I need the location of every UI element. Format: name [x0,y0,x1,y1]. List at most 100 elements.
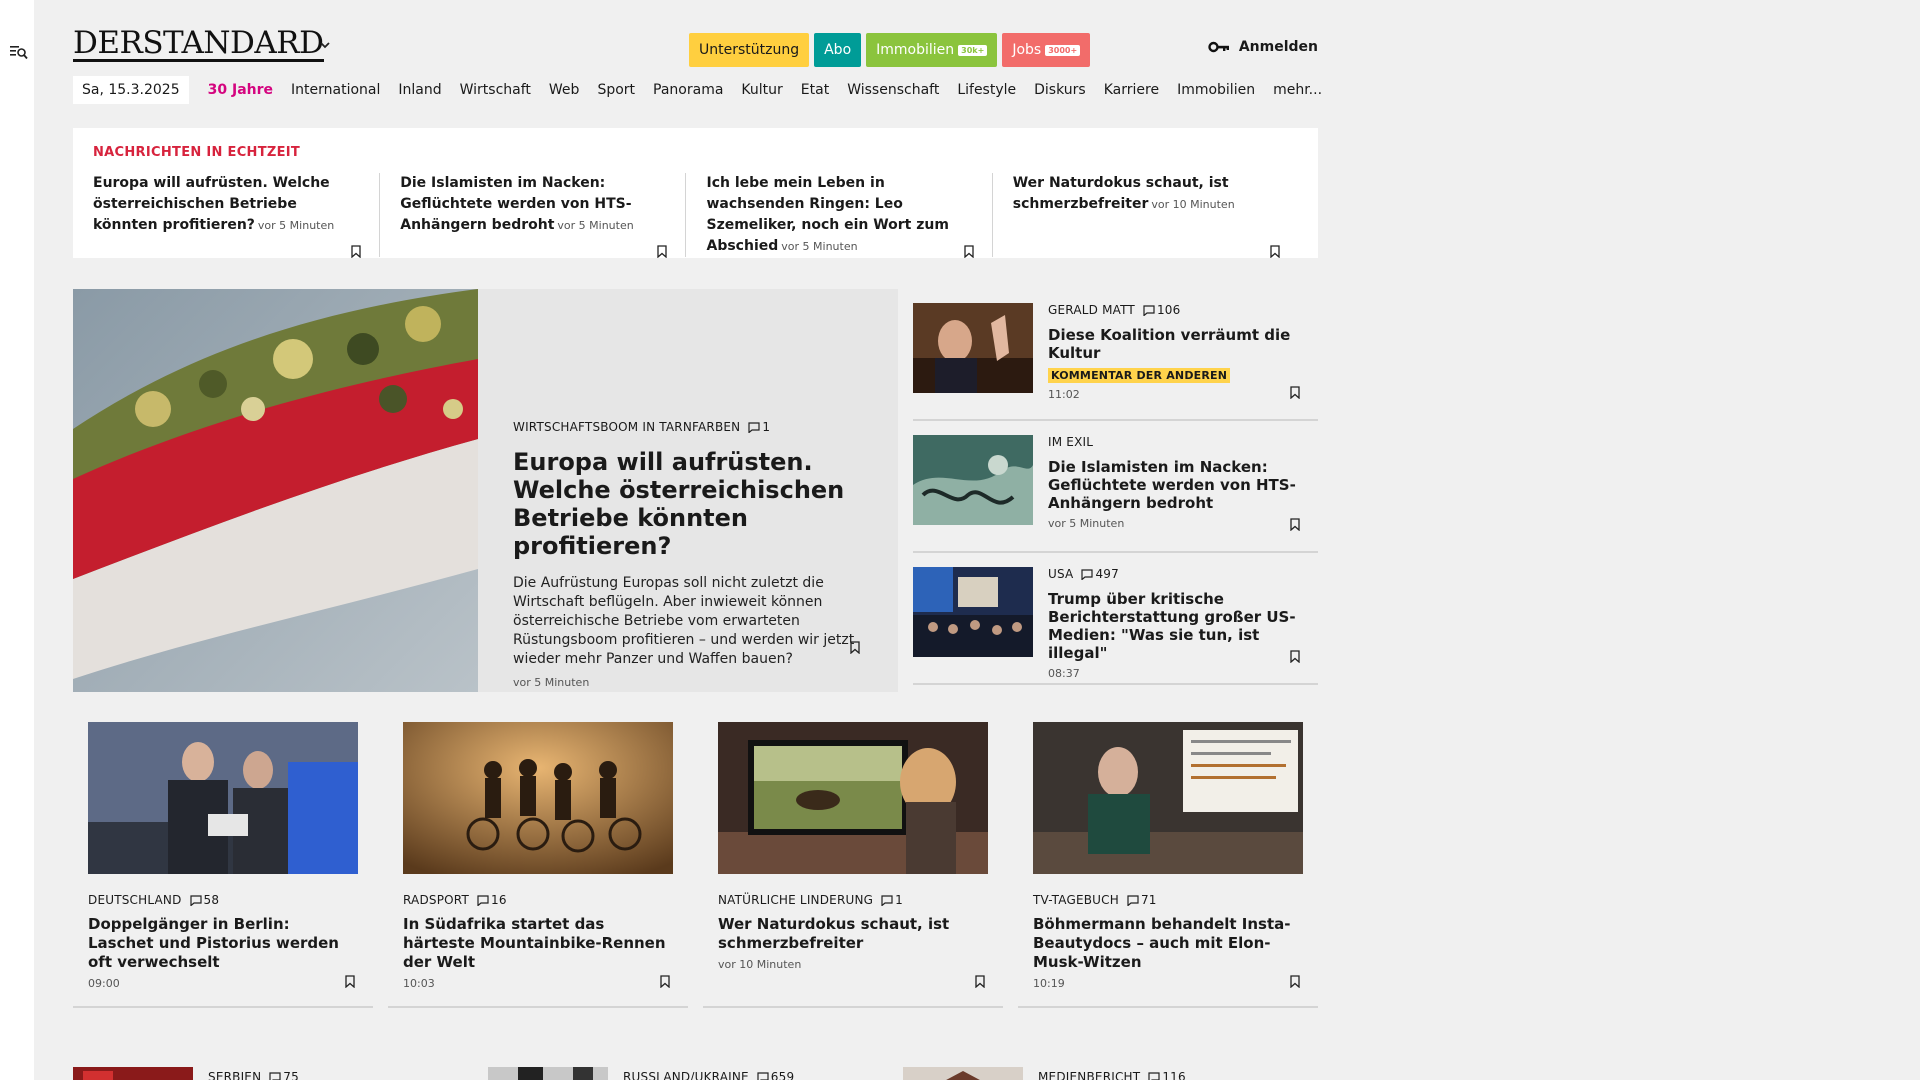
nav-item-immobilien[interactable]: Immobilien [1168,76,1264,104]
comment-count[interactable]: 16 [477,893,507,907]
bookmark-icon[interactable] [1270,245,1280,258]
nav-item-lifestyle[interactable]: Lifestyle [948,76,1025,104]
pill-label: Unterstützung [699,42,800,58]
bookmark-icon[interactable] [351,245,361,258]
bookmark-icon[interactable] [1290,386,1300,399]
kicker-text: WIRTSCHAFTSBOOM IN TARNFARBEN [513,420,741,434]
comment-count-value: 1 [762,420,771,434]
comment-count[interactable]: 497 [1081,567,1119,581]
comment-icon [757,1071,769,1080]
story-card[interactable]: NATÜRLICHE LINDERUNG 1 Wer Naturdokus sc… [703,722,1003,1008]
story-time: 11:02 [1048,388,1080,401]
ticker-item[interactable]: Wer Naturdokus schaut, ist schmerzbefrei… [991,173,1298,258]
pill-jobs[interactable]: Jobs 3000+ [1002,33,1091,67]
story-title[interactable]: Wer Naturdokus schaut, ist schmerzbefrei… [718,915,988,953]
nav-item-web[interactable]: Web [540,76,589,104]
story-card[interactable]: DEUTSCHLAND 58 Doppelgänger in Berlin: L… [73,722,373,1008]
comment-count[interactable]: 659 [757,1070,795,1080]
nav-item-mehr[interactable]: mehr... [1264,76,1331,104]
story-title[interactable]: Diese Koalition verräumt die Kultur [1048,326,1298,362]
story-thumbnail[interactable] [88,722,358,874]
story-kicker: GERALD MATT 106 [1048,303,1298,317]
nav-item-panorama[interactable]: Panorama [644,76,732,104]
hero-title[interactable]: Europa will aufrüsten. Welche österreich… [513,448,860,560]
chevron-down-icon[interactable] [319,41,331,49]
hero-story[interactable]: WIRTSCHAFTSBOOM IN TARNFARBEN 1 Europa w… [73,289,898,692]
story-thumbnail[interactable] [403,722,673,874]
category-badge: KOMMENTAR DER ANDEREN [1048,368,1231,383]
ticker-time: vor 5 Minuten [781,240,858,253]
comment-count[interactable]: 71 [1127,893,1157,907]
ticker-item[interactable]: Europa will aufrüsten. Welche österreich… [93,173,379,258]
comment-icon [1127,894,1139,906]
login-button[interactable]: Anmelden [1208,39,1318,55]
story-title[interactable]: Böhmermann behandelt Insta-Beautydocs – … [1033,915,1303,972]
side-story[interactable]: GERALD MATT 106 Diese Koalition verräumt… [913,289,1318,421]
bookmark-icon[interactable] [657,245,668,258]
story-thumbnail[interactable] [1033,722,1303,874]
story-kicker: NATÜRLICHE LINDERUNG 1 [718,893,988,907]
story-card[interactable]: RUSSLAND/UKRAINE 659 [488,1067,903,1080]
story-title[interactable]: Die Islamisten im Nacken: Geflüchtete we… [1048,458,1298,512]
comment-icon [748,421,760,433]
hero-image[interactable] [73,289,478,692]
bookmark-icon[interactable] [1290,518,1300,531]
pill-immobilien[interactable]: Immobilien 30k+ [866,33,998,67]
story-thumbnail[interactable] [913,435,1033,525]
story-time: 10:19 [1033,977,1065,990]
nav-item-etat[interactable]: Etat [792,76,838,104]
side-story[interactable]: USA 497 Trump über kritische Berichterst… [913,553,1318,685]
story-kicker: DEUTSCHLAND 58 [88,893,358,907]
ticker-time: vor 5 Minuten [557,219,634,232]
story-kicker: RADSPORT 16 [403,893,673,907]
story-card[interactable]: TV-TAGEBUCH 71 Böhmermann behandelt Inst… [1018,722,1318,1008]
story-thumbnail[interactable] [718,722,988,874]
story-card[interactable]: SERBIEN 75 [73,1067,488,1080]
side-story[interactable]: IM EXIL Die Islamisten im Nacken: Geflüc… [913,421,1318,553]
pill-unterstuetzung[interactable]: Unterstützung [689,33,810,67]
comment-count[interactable]: 116 [1148,1070,1186,1080]
bookmark-icon[interactable] [1290,650,1300,663]
story-title[interactable]: In Südafrika startet das härteste Mounta… [403,915,673,972]
bookmark-icon[interactable] [975,975,985,988]
story-title[interactable]: Trump über kritische Berichterstattung g… [1048,590,1298,662]
story-card[interactable]: MEDIENBERICHT 116 [903,1067,1318,1080]
story-thumbnail[interactable] [913,567,1033,657]
story-thumbnail[interactable] [913,303,1033,393]
ticker-row: Europa will aufrüsten. Welche österreich… [93,173,1298,258]
story-thumbnail[interactable] [73,1067,193,1080]
nav-item-sport[interactable]: Sport [588,76,644,104]
nav-item-30-jahre[interactable]: 30 Jahre [199,76,282,104]
ticker-item[interactable]: Die Islamisten im Nacken: Geflüchtete we… [379,173,685,258]
nav-item-karriere[interactable]: Karriere [1095,76,1168,104]
nav-item-diskurs[interactable]: Diskurs [1025,76,1095,104]
nav-item-inland[interactable]: Inland [389,76,450,104]
story-card[interactable]: RADSPORT 16 In Südafrika startet das här… [388,722,688,1008]
bookmark-icon[interactable] [660,975,670,988]
comment-count[interactable]: 75 [269,1070,299,1080]
ticker-item[interactable]: Ich lebe mein Leben in wachsenden Ringen… [685,173,991,258]
site-logo[interactable]: DERSTANDARD [73,27,324,62]
bookmark-icon[interactable] [1290,975,1300,988]
bookmark-icon[interactable] [345,975,355,988]
story-thumbnail[interactable] [488,1067,608,1080]
comment-count[interactable]: 1 [881,893,903,907]
story-title[interactable]: Doppelgänger in Berlin: Laschet und Pist… [88,915,358,972]
bookmark-icon[interactable] [964,245,974,258]
story-row-bottom: SERBIEN 75 RUSSLAND/UKRAINE 659 MEDIENBE… [73,1067,1318,1080]
nav-item-international[interactable]: International [282,76,389,104]
nav-item-wirtschaft[interactable]: Wirtschaft [451,76,540,104]
comment-count-value: 116 [1162,1070,1186,1080]
nav-item-wissenschaft[interactable]: Wissenschaft [838,76,948,104]
search-menu-icon[interactable] [10,44,28,60]
kicker-text: NATÜRLICHE LINDERUNG [718,893,874,907]
comment-count[interactable]: 58 [189,893,220,907]
side-stories: GERALD MATT 106 Diese Koalition verräumt… [913,289,1318,685]
comment-count[interactable]: 1 [748,420,770,434]
comment-count[interactable]: 106 [1143,303,1181,317]
story-thumbnail[interactable] [903,1067,1023,1080]
bookmark-icon[interactable] [850,641,860,654]
nav-item-kultur[interactable]: Kultur [732,76,791,104]
pill-label: Immobilien [876,42,955,58]
pill-abo[interactable]: Abo [814,33,862,67]
